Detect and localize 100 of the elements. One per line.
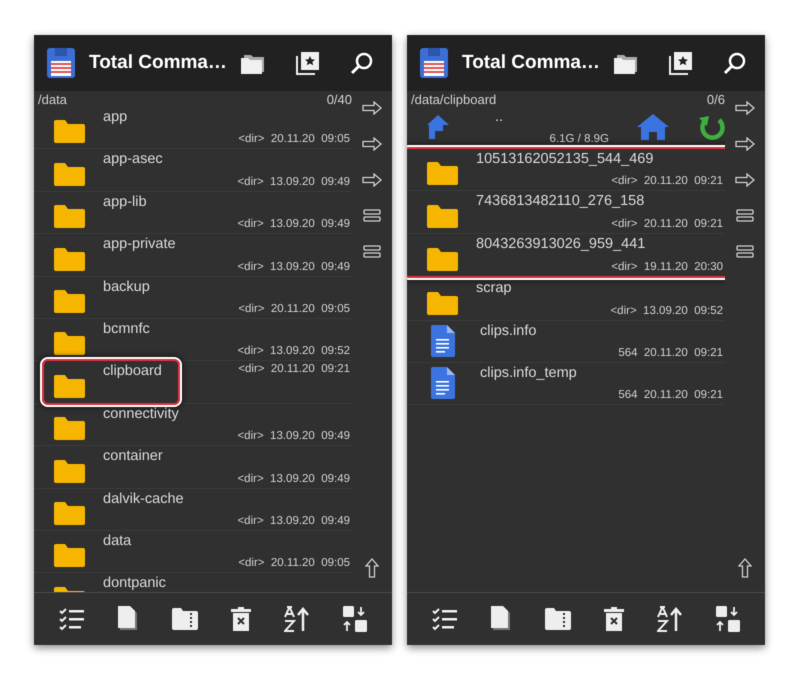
folder-icon	[427, 248, 458, 272]
document-icon	[431, 367, 455, 400]
folder-row[interactable]: container <dir> 13.09.20 09:49	[34, 446, 352, 489]
file-details: <dir> 13.09.20 09:49	[237, 260, 350, 273]
new-file-icon[interactable]	[490, 606, 512, 632]
file-name: 10513162052135_544_469	[476, 151, 654, 167]
checklist-icon[interactable]	[58, 607, 85, 631]
file-details: <dir> 13.09.20 09:49	[237, 218, 350, 230]
file-row[interactable]: clips.info_temp 564 20.11.20 09:21	[407, 362, 725, 406]
double-bar-icon[interactable]	[363, 209, 381, 223]
folder-row[interactable]: connectivity <dir> 13.09.20 09:49	[34, 404, 352, 446]
file-name: connectivity	[103, 406, 179, 422]
folders-icon[interactable]	[240, 52, 266, 74]
file-details: 564 20.11.20 09:21	[618, 346, 723, 359]
document-icon	[431, 324, 455, 357]
zip-folder-icon[interactable]	[172, 608, 198, 630]
file-details: <dir> 20.11.20 09:21	[611, 218, 723, 230]
current-path: /data/clipboard	[411, 93, 496, 107]
folder-row[interactable]: scrap <dir> 13.09.20 09:52	[407, 278, 725, 321]
folder-row[interactable]: 7436813482110_276_158 <dir> 20.11.20 09:21	[407, 191, 725, 234]
swap-panels-icon[interactable]	[716, 606, 740, 632]
up-arrow-icon[interactable]	[738, 558, 752, 578]
file-name: app-asec	[103, 151, 163, 168]
file-details: <dir> 13.09.20 09:52	[610, 304, 723, 317]
folder-icon	[54, 248, 85, 271]
file-name: 7436813482110_276_158	[476, 193, 644, 210]
app-title: Total Comma…	[89, 52, 228, 74]
home-icon[interactable]	[637, 114, 669, 140]
parent-folder-row[interactable]: .. 6.1G / 8.9G	[407, 107, 725, 147]
file-name: dalvik-cache	[103, 490, 184, 507]
file-name: app-lib	[103, 194, 147, 210]
file-details: <dir> 20.11.20 09:21	[611, 175, 723, 188]
zip-folder-icon[interactable]	[544, 608, 571, 630]
file-details: <dir> 20.11.20 09:05	[238, 133, 350, 146]
file-name: backup	[103, 278, 150, 295]
folder-icon	[54, 332, 85, 356]
folder-row[interactable]: app-private <dir> 13.09.20 09:49	[34, 234, 352, 277]
right-arrow-icon[interactable]	[735, 173, 755, 187]
bookmark-star-icon[interactable]	[669, 51, 693, 75]
folder-icon	[54, 290, 85, 313]
delete-icon[interactable]	[231, 607, 252, 631]
folder-icon	[54, 120, 85, 144]
folder-icon	[54, 374, 85, 398]
folder-row[interactable]: bcmnfc <dir> 13.09.20 09:52	[34, 318, 352, 362]
file-name: dontpanic	[103, 575, 166, 592]
folder-row[interactable]: data <dir> 20.11.20 09:05	[34, 530, 352, 574]
double-bar-icon[interactable]	[736, 209, 754, 223]
file-details: <dir> 13.09.20 09:49	[237, 514, 350, 527]
folder-icon	[54, 417, 85, 440]
folder-row[interactable]: backup <dir> 20.11.20 09:05	[34, 276, 352, 319]
folder-icon	[427, 292, 458, 315]
sort-icon[interactable]	[657, 606, 684, 632]
folder-icon	[54, 162, 85, 186]
file-details: <dir> 20.11.20 09:05	[238, 557, 350, 570]
folder-row[interactable]: 8043263913026_959_441 <dir> 19.11.20 20:30	[407, 234, 725, 276]
current-path: /data	[38, 93, 67, 107]
file-details: <dir> 13.09.20 09:49	[237, 430, 350, 442]
file-name: scrap	[476, 280, 512, 296]
folder-row[interactable]: app-lib <dir> 13.09.20 09:49	[34, 192, 352, 234]
folder-row[interactable]: app-asec <dir> 13.09.20 09:49	[34, 149, 352, 192]
double-bar-icon[interactable]	[363, 245, 381, 259]
app-title: Total Comma…	[462, 52, 601, 74]
up-arrow-icon[interactable]	[365, 558, 379, 578]
file-name: bcmnfc	[103, 320, 150, 337]
delete-icon[interactable]	[604, 607, 624, 631]
folder-icon	[54, 460, 85, 483]
folder-row[interactable]: clipboard <dir> 20.11.20 09:21	[34, 361, 352, 404]
folders-icon[interactable]	[613, 52, 639, 74]
search-icon[interactable]	[723, 51, 747, 75]
double-bar-icon[interactable]	[736, 245, 754, 259]
right-arrow-icon[interactable]	[362, 173, 382, 187]
file-details: <dir> 19.11.20 20:30	[611, 261, 723, 274]
file-name: clips.info_temp	[480, 364, 577, 381]
sort-icon[interactable]	[284, 606, 310, 632]
selection-count: 0/40	[326, 93, 352, 107]
search-icon[interactable]	[350, 51, 374, 75]
folder-icon	[54, 544, 85, 568]
file-details: 564 20.11.20 09:21	[618, 389, 723, 402]
file-row[interactable]: clips.info 564 20.11.20 09:21	[407, 320, 725, 363]
checklist-icon[interactable]	[432, 607, 458, 631]
swap-panels-icon[interactable]	[343, 606, 368, 632]
right-arrow-icon[interactable]	[362, 137, 382, 151]
file-name: data	[103, 532, 132, 549]
bookmark-star-icon[interactable]	[296, 51, 320, 75]
folder-icon	[54, 205, 85, 228]
file-details: <dir> 20.11.20 09:21	[238, 363, 350, 376]
folder-icon	[427, 162, 458, 186]
right-arrow-icon[interactable]	[735, 137, 755, 151]
right-arrow-icon[interactable]	[362, 101, 382, 115]
file-details: <dir> 13.09.20 09:52	[237, 345, 350, 358]
file-name: 8043263913026_959_441	[476, 236, 646, 252]
refresh-icon[interactable]	[699, 114, 725, 140]
folder-row[interactable]: app <dir> 20.11.20 09:05	[34, 107, 352, 150]
right-arrow-icon[interactable]	[735, 101, 755, 115]
new-file-icon[interactable]	[118, 606, 139, 632]
folder-row[interactable]: 10513162052135_544_469 <dir> 20.11.20 09:21	[407, 149, 725, 192]
storage-usage: 6.1G / 8.9G	[550, 133, 609, 145]
file-name: app	[103, 109, 128, 125]
file-details: <dir> 20.11.20 09:05	[238, 302, 350, 315]
folder-row[interactable]: dalvik-cache <dir> 13.09.20 09:49	[34, 488, 352, 531]
